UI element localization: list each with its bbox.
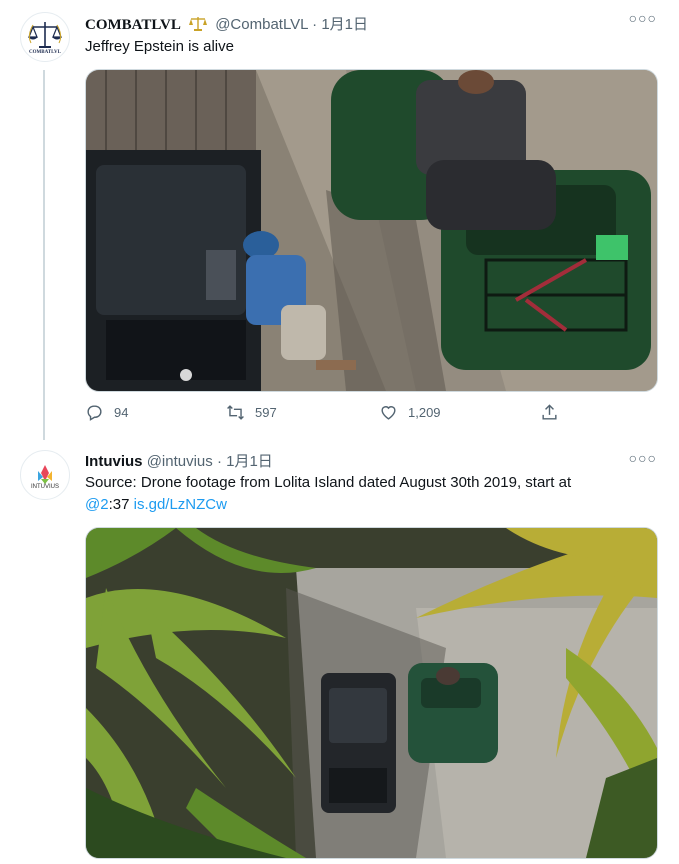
more-options-icon[interactable]: ○○○ [629, 450, 657, 466]
retweet-button[interactable]: 597 [226, 403, 277, 422]
tweet-combatlvl[interactable]: COMBATLVL COMBATLVL @CombatLVL · 1月1日 ○○… [0, 0, 679, 440]
thread-line [43, 70, 45, 440]
timestamp[interactable]: 1月1日 [321, 16, 368, 33]
drone-photo-image [86, 70, 657, 391]
more-options-icon[interactable]: ○○○ [629, 10, 657, 26]
handle[interactable]: @CombatLVL [215, 16, 308, 33]
display-name[interactable]: COMBATLVL [85, 17, 181, 33]
intuvius-logo-icon [38, 465, 52, 484]
separator: · [312, 16, 318, 33]
tweet-text: Jeffrey Epstein is alive [85, 38, 234, 55]
display-name[interactable]: Intuvius [85, 453, 143, 470]
tweet-intuvius[interactable]: INTUVIUS Intuvius @intuvius · 1月1日 ○○○ S… [0, 440, 679, 864]
share-button[interactable] [540, 403, 559, 422]
avatar[interactable]: COMBATLVL [20, 12, 70, 62]
url-link[interactable]: is.gd/LzNZCw [134, 496, 227, 513]
avatar[interactable]: INTUVIUS [20, 450, 70, 500]
tweet-photo[interactable] [85, 527, 658, 859]
share-icon [542, 404, 557, 420]
drone-photo-image [86, 528, 657, 858]
heart-icon [381, 406, 396, 420]
separator: · [216, 453, 222, 470]
handle[interactable]: @intuvius [147, 453, 213, 470]
scales-icon [189, 16, 208, 35]
tweet-header: Intuvius @intuvius · 1月1日 [85, 450, 273, 471]
like-count: 1,209 [408, 405, 441, 420]
retweet-icon [227, 405, 244, 420]
retweet-count: 597 [255, 405, 277, 420]
tweet-actions: 94 597 1,209 [85, 403, 565, 427]
mention-link[interactable]: @2 [85, 496, 109, 513]
like-button[interactable]: 1,209 [379, 403, 441, 422]
avatar-label: COMBATLVL [29, 50, 61, 55]
tweet-text-main: Source: Drone footage from Lolita Island… [85, 474, 572, 491]
reply-button[interactable]: 94 [85, 403, 128, 422]
mention-rest: :37 [108, 496, 130, 513]
reply-count: 94 [114, 405, 129, 420]
tweet-photo[interactable] [85, 69, 658, 392]
tweet-header: COMBATLVL @CombatLVL · 1月1日 [85, 13, 368, 35]
tweet-text: Source: Drone footage from Lolita Island… [85, 472, 645, 516]
avatar-label: INTUVIUS [30, 484, 59, 490]
reply-icon [87, 405, 102, 421]
timestamp[interactable]: 1月1日 [226, 453, 273, 470]
